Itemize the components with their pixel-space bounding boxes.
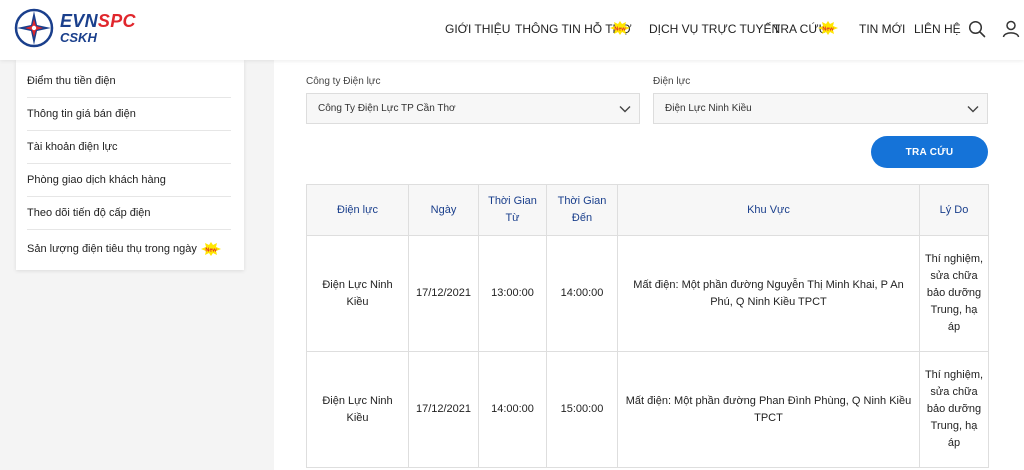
sidebar-menu: Điểm thu tiền điện Thông tin giá bán điệ… <box>16 60 244 270</box>
sidebar-item-label: Tài khoản điện lực <box>27 141 118 153</box>
cell-den: 15:00:00 <box>546 351 618 468</box>
cell-den: 14:00:00 <box>546 235 618 352</box>
nav-dich-vu-truc-tuyen[interactable]: DỊCH VỤ TRỰC TUYẾN <box>649 22 780 36</box>
cell-khu-vuc: Mất điện: Một phần đường Nguyễn Thị Minh… <box>617 235 920 352</box>
table-row: Điện Lực Ninh Kiều 17/12/2021 13:00:00 1… <box>306 235 989 352</box>
chevron-down-icon <box>619 106 631 113</box>
branch-select[interactable]: Điện Lực Ninh Kiều <box>653 93 988 124</box>
main-content: Công ty Điện lực Công Ty Điện Lực TP Cần… <box>274 60 1024 470</box>
sidebar-item-label: Theo dõi tiến độ cấp điện <box>27 207 151 219</box>
cell-ly-do: Thí nghiệm, sửa chữa bảo dưỡng Trung, hạ… <box>919 351 989 468</box>
new-badge-label: New <box>205 247 217 253</box>
search-icon[interactable] <box>968 20 986 38</box>
company-label: Công ty Điện lực <box>306 76 381 87</box>
cell-ngay: 17/12/2021 <box>408 351 479 468</box>
company-select-value: Công Ty Điện Lực TP Cần Thơ <box>318 103 456 114</box>
column-header-khu-vuc: Khu Vực <box>617 184 920 236</box>
table-row: Điện Lực Ninh Kiều 17/12/2021 14:00:00 1… <box>306 351 989 468</box>
branch-label: Điện lực <box>653 76 691 87</box>
column-header-ly-do: Lý Do <box>919 184 989 236</box>
sidebar-item-label: Thông tin giá bán điện <box>27 108 136 120</box>
brand-text: EVNSPC CSKH <box>60 12 136 44</box>
cell-ngay: 17/12/2021 <box>408 235 479 352</box>
column-header-ngay: Ngày <box>408 184 479 236</box>
sidebar-item-tai-khoan-dien-luc[interactable]: Tài khoản điện lực <box>27 131 231 164</box>
outage-table: Điện lực Ngày Thời Gian Từ Thời Gian Đến… <box>306 184 989 468</box>
sidebar-item-diem-thu-tien-dien[interactable]: Điểm thu tiền điện <box>27 65 231 98</box>
new-badge-label: New <box>822 27 834 33</box>
sidebar-item-phong-giao-dich[interactable]: Phòng giao dịch khách hàng <box>27 164 231 197</box>
column-header-den: Thời Gian Đến <box>546 184 618 236</box>
sidebar-item-label: Phòng giao dịch khách hàng <box>27 174 166 186</box>
nav-tin-moi[interactable]: TIN MỚI <box>859 22 905 36</box>
nav-lien-he[interactable]: LIÊN HỆ <box>914 22 961 36</box>
sidebar-item-label: Sản lượng điện tiêu thụ trong ngày <box>27 242 197 255</box>
company-select[interactable]: Công Ty Điện Lực TP Cần Thơ <box>306 93 640 124</box>
sidebar-item-label: Điểm thu tiền điện <box>27 75 116 87</box>
cell-dien-luc: Điện Lực Ninh Kiều <box>306 351 409 468</box>
search-button[interactable]: TRA CỨU <box>871 136 988 168</box>
chevron-down-icon <box>967 106 979 113</box>
new-badge-icon: New <box>610 21 630 35</box>
sidebar-item-theo-doi-tien-do[interactable]: Theo dõi tiến độ cấp điện <box>27 197 231 230</box>
brand-spc: SPC <box>97 11 136 31</box>
new-badge-icon: New <box>818 21 838 35</box>
brand-evn: EVN <box>60 11 98 31</box>
brand-logo[interactable]: EVNSPC CSKH <box>14 8 136 48</box>
column-header-tu: Thời Gian Từ <box>478 184 547 236</box>
branch-select-value: Điện Lực Ninh Kiều <box>665 103 752 114</box>
new-badge-label: New <box>614 27 626 33</box>
brand-cskh: CSKH <box>60 30 97 45</box>
cell-dien-luc: Điện Lực Ninh Kiều <box>306 235 409 352</box>
site-header: EVNSPC CSKH GIỚI THIỆU THÔNG TIN HỖ TRỢ … <box>0 0 1024 60</box>
cell-tu: 14:00:00 <box>478 351 547 468</box>
table-header-row: Điện lực Ngày Thời Gian Từ Thời Gian Đến… <box>306 184 989 236</box>
new-badge-icon: New <box>200 241 221 256</box>
evn-logo-icon <box>14 8 54 48</box>
cell-khu-vuc: Mất điện: Một phần đường Phan Đình Phùng… <box>617 351 920 468</box>
user-icon[interactable] <box>1002 20 1020 38</box>
cell-tu: 13:00:00 <box>478 235 547 352</box>
sidebar-item-san-luong-dien[interactable]: Sản lượng điện tiêu thụ trong ngày New <box>27 232 231 265</box>
sidebar-item-thong-tin-gia-ban-dien[interactable]: Thông tin giá bán điện <box>27 98 231 131</box>
column-header-dien-luc: Điện lực <box>306 184 409 236</box>
nav-gioi-thieu[interactable]: GIỚI THIỆU <box>445 22 510 36</box>
cell-ly-do: Thí nghiệm, sửa chữa bảo dưỡng Trung, hạ… <box>919 235 989 352</box>
